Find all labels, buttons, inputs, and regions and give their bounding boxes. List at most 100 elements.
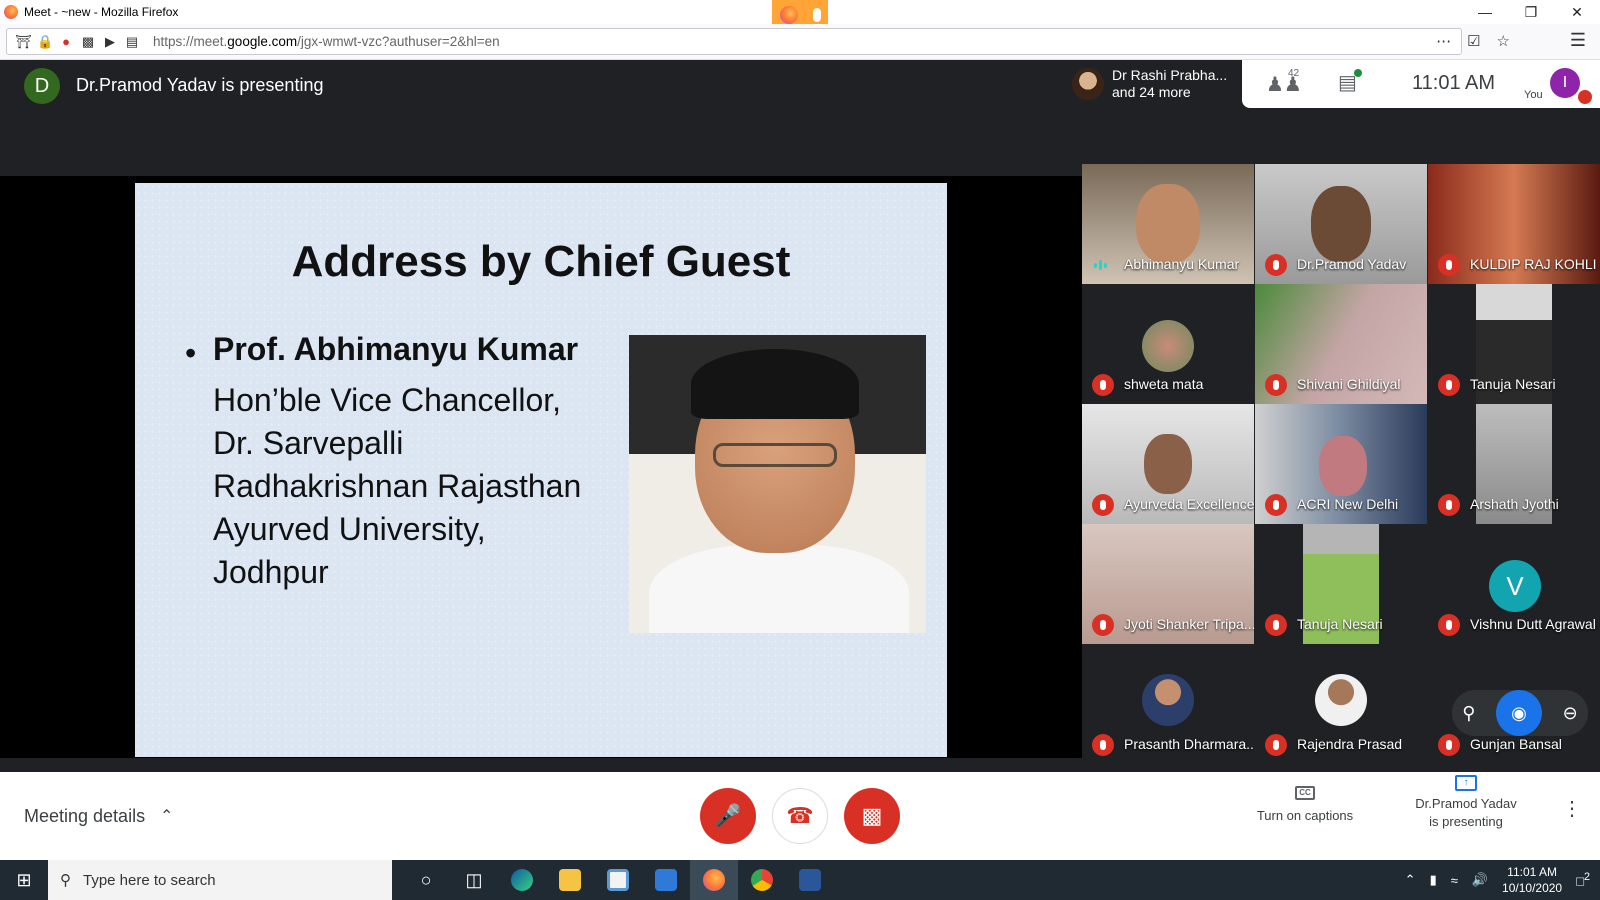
participant-name: Jyoti Shanker Tripa... [1124, 616, 1254, 632]
presenter-avatar: D [24, 68, 60, 104]
app-window: Meet - ~new - Mozilla Firefox — ❐ ✕ ⛩ 🔒 … [0, 0, 1600, 900]
url-text[interactable]: https://meet.google.com/jgx-wmwt-vzc?aut… [153, 34, 500, 49]
present-screen-icon: ↑ [1455, 775, 1477, 791]
captions-button[interactable]: CC Turn on captions [1250, 778, 1360, 842]
file-explorer-icon[interactable] [546, 860, 594, 900]
menu-icon[interactable]: ☰ [1570, 30, 1586, 51]
edge-icon[interactable] [498, 860, 546, 900]
presentation-stage: Address by Chief Guest • Prof. Abhimanyu… [0, 176, 1082, 758]
cortana-icon[interactable]: ○ [402, 860, 450, 900]
slide-bullet: • [185, 335, 197, 371]
navigation-bar: ⛩ 🔒 ● ▩ ▶ ▤ https://meet.google.com/jgx-… [0, 24, 1600, 60]
maximize-icon[interactable]: ❐ [1508, 0, 1554, 24]
word-icon[interactable] [786, 860, 834, 900]
search-placeholder: Type here to search [83, 871, 216, 889]
page-actions-icon[interactable]: ⋯ [1436, 32, 1451, 50]
more-options-icon[interactable]: ⋮ [1562, 796, 1582, 821]
muted-icon [1438, 374, 1460, 396]
leave-call-button[interactable]: ☎ [772, 788, 828, 844]
muted-icon [1092, 734, 1114, 756]
address-bar[interactable]: ⛩ 🔒 ● ▩ ▶ ▤ https://meet.google.com/jgx-… [6, 28, 1462, 55]
participant-video [1136, 184, 1200, 264]
chevron-up-icon[interactable]: ⌃ [160, 806, 173, 826]
participant-tile[interactable]: ACRI New Delhi [1255, 404, 1427, 524]
participant-tile[interactable]: Tanuja Nesari [1428, 284, 1600, 404]
battery-icon[interactable]: ▮ [1430, 872, 1437, 888]
participant-tile[interactable]: Jyoti Shanker Tripa... [1082, 524, 1254, 644]
presenting-label: Dr.Pramod Yadav is presenting [1396, 795, 1536, 831]
camera-off-icon: ▩ [861, 803, 883, 828]
participant-name: Vishnu Dutt Agrawal [1470, 616, 1596, 632]
muted-icon [1092, 374, 1114, 396]
lock-icon[interactable]: 🔒 [37, 34, 53, 49]
participant-tile[interactable]: Dr.Pramod Yadav [1255, 164, 1427, 284]
participant-tile[interactable]: Shivani Ghildiyal [1255, 284, 1427, 404]
taskbar-clock[interactable]: 11:01 AM 10/10/2020 [1502, 864, 1562, 896]
meet-bottom-bar: Meeting details ⌃ 🎤 ☎ ▩ CC Turn on capti… [0, 772, 1600, 860]
participant-name: Abhimanyu Kumar [1124, 256, 1240, 272]
screen-share-permission-icon[interactable]: ▤ [125, 34, 139, 49]
muted-icon [1265, 494, 1287, 516]
shield-icon[interactable]: ⛩ [15, 34, 32, 49]
self-mute-icon [1578, 90, 1592, 104]
microphone-off-icon: 🎤 [714, 803, 742, 828]
presenting-button[interactable]: ↑ Dr.Pramod Yadav is presenting [1396, 772, 1536, 842]
taskbar-date: 10/10/2020 [1502, 881, 1563, 895]
camera-blocked-icon[interactable]: ▩ [81, 34, 95, 49]
participant-name: KULDIP RAJ KOHLI [1470, 256, 1597, 272]
chevron-up-tray-icon[interactable]: ⌃ [1405, 872, 1416, 888]
unmute-microphone-button[interactable]: 🎤 [700, 788, 756, 844]
participant-tile[interactable]: Tanuja Nesari [1255, 524, 1427, 644]
mail-icon[interactable] [642, 860, 690, 900]
muted-icon [1438, 734, 1460, 756]
close-icon[interactable]: ✕ [1554, 0, 1600, 24]
self-avatar[interactable]: I [1550, 68, 1580, 98]
firefox-icon [4, 5, 18, 19]
attendee-avatar [1072, 68, 1104, 100]
store-icon[interactable] [594, 860, 642, 900]
participant-avatar [1142, 674, 1194, 726]
guest-line-2: Dr. Sarvepalli [213, 425, 404, 461]
meet-toolbar: ♟♟ 42 ▤ 11:01 AM You I [1242, 60, 1600, 108]
participant-tile[interactable]: Arshath Jyothi [1428, 404, 1600, 524]
participant-name: Shivani Ghildiyal [1297, 376, 1401, 392]
participant-tile[interactable]: Prasanth Dharmara... [1082, 644, 1254, 764]
pin-icon[interactable]: ⚲ [1462, 703, 1475, 724]
captions-label: Turn on captions [1256, 808, 1354, 823]
participant-tile[interactable]: Ayurveda Excellence [1082, 404, 1254, 524]
participant-tile[interactable]: Rajendra Prasad [1255, 644, 1427, 764]
chrome-icon[interactable] [738, 860, 786, 900]
muted-icon [1265, 374, 1287, 396]
participant-name: Tanuja Nesari [1470, 376, 1556, 392]
attendees-summary[interactable]: Dr Rashi Prabha... and 24 more [1064, 60, 1242, 108]
participant-avatar [1315, 674, 1367, 726]
muted-icon [1265, 254, 1287, 276]
top-right-panel: Dr Rashi Prabha... and 24 more ♟♟ 42 ▤ 1… [1064, 60, 1600, 108]
meeting-details-button[interactable]: Meeting details [24, 806, 145, 827]
bookmark-star-icon[interactable]: ☆ [1497, 32, 1510, 50]
minimize-icon[interactable]: — [1462, 0, 1508, 24]
volume-icon[interactable]: 🔊 [1472, 872, 1488, 888]
autoplay-icon[interactable]: ▶ [103, 34, 117, 49]
taskbar-search[interactable]: ⚲ Type here to search [48, 860, 392, 900]
turn-on-camera-button[interactable]: ▩ [844, 788, 900, 844]
notifications-icon[interactable]: □2 [1576, 871, 1590, 888]
mute-participant-icon[interactable]: ◉ [1496, 690, 1543, 736]
hang-up-icon: ☎ [786, 803, 814, 828]
windows-start-icon[interactable]: ⊞ [0, 860, 48, 900]
wifi-icon[interactable]: ≈ [1451, 873, 1458, 888]
participant-name: Dr.Pramod Yadav [1297, 256, 1407, 272]
task-view-icon[interactable]: ◫ [450, 860, 498, 900]
participant-tile[interactable]: KULDIP RAJ KOHLI [1428, 164, 1600, 284]
participant-tile[interactable]: shweta mata [1082, 284, 1254, 404]
firefox-taskbar-icon[interactable] [690, 860, 738, 900]
participant-avatar: V [1489, 560, 1541, 612]
guest-line-3: Radhakrishnan Rajasthan [213, 468, 582, 504]
participant-tile[interactable]: Abhimanyu Kumar [1082, 164, 1254, 284]
muted-icon [1092, 614, 1114, 636]
remove-icon[interactable]: ⊖ [1563, 703, 1578, 724]
meet-header: D Dr.Pramod Yadav is presenting Dr Rashi… [0, 60, 1600, 176]
pocket-icon[interactable]: ☑ [1467, 32, 1480, 50]
microphone-permission-icon[interactable]: ● [59, 34, 73, 49]
participant-tile[interactable]: V Vishnu Dutt Agrawal [1428, 524, 1600, 644]
